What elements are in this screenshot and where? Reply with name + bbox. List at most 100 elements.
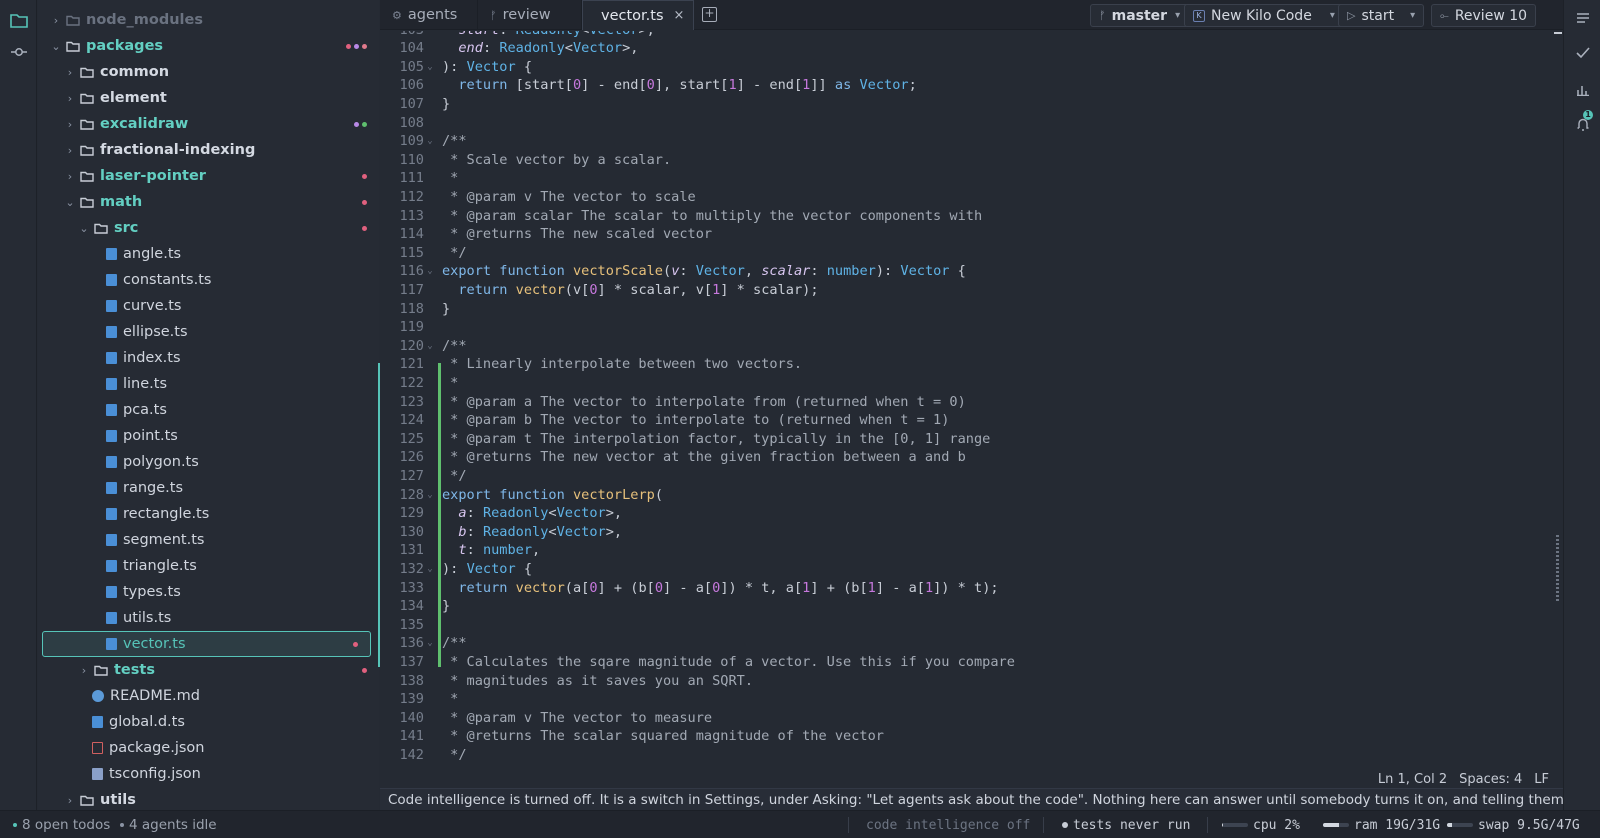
folder-item[interactable]: › utils [38,787,379,810]
file-item[interactable]: vector.ts [42,631,371,657]
file-item[interactable]: types.ts [38,579,379,605]
file-item[interactable]: angle.ts [38,241,379,267]
file-item[interactable]: utils.ts [38,605,379,631]
chevron-right-icon[interactable]: › [64,170,76,183]
code-line[interactable]: 111 * [380,169,458,188]
folder-item[interactable]: › element [38,85,379,111]
code-line[interactable]: 110 * Scale vector by a scalar. [380,150,671,169]
file-item[interactable]: segment.ts [38,527,379,553]
chevron-right-icon[interactable]: › [64,92,76,105]
file-item[interactable]: constants.ts [38,267,379,293]
file-item[interactable]: rectangle.ts [38,501,379,527]
fold-chevron-icon[interactable]: ⌄ [424,564,436,574]
code-intel-status[interactable]: code intelligence off [866,811,1030,838]
bell-icon[interactable]: 1 [1574,110,1593,133]
chevron-right-icon[interactable]: › [64,66,76,79]
code-editor[interactable]: 103 start: Readonly<Vector>,104 end: Rea… [380,31,1563,770]
code-line[interactable]: 130 b: Readonly<Vector>, [380,522,622,541]
code-line[interactable]: 142 */ [380,745,466,764]
code-line[interactable]: 129 a: Readonly<Vector>, [380,504,622,523]
code-line[interactable]: 124 * @param b The vector to interpolate… [380,411,949,430]
tab-agents[interactable]: ⚙ agents [380,0,478,30]
code-line[interactable]: 122 * [380,373,458,392]
fold-chevron-icon[interactable]: ⌄ [424,266,436,276]
folder-item[interactable]: ⌄ src [38,215,379,241]
code-line[interactable]: 126 * @returns The new vector at the giv… [380,448,965,467]
fold-chevron-icon[interactable]: ⌄ [424,62,436,72]
folder-item[interactable]: ⌄ math [38,189,379,215]
chevron-right-icon[interactable]: › [50,14,62,27]
code-line[interactable]: 127 */ [380,466,466,485]
code-line[interactable]: 109 ⌄ /** [380,132,466,151]
code-line[interactable]: 107} [380,94,450,113]
folder-item[interactable]: › tests [38,657,379,683]
code-line[interactable]: 141 * @returns The scalar squared magnit… [380,727,884,746]
folder-item[interactable]: › laser-pointer [38,163,379,189]
review-button[interactable]: ⟜ Review 10 [1431,4,1537,27]
file-item[interactable]: range.ts [38,475,379,501]
check-icon[interactable] [1574,44,1592,62]
agents-status[interactable]: 4 agents idle [120,811,217,838]
code-line[interactable]: 125 * @param t The interpolation factor,… [380,429,990,448]
close-icon[interactable]: × [674,8,685,23]
file-item[interactable]: README.md [38,683,379,709]
tab-vector-ts[interactable]: vector.ts × [582,0,694,30]
file-item[interactable]: point.ts [38,423,379,449]
cursor-position[interactable]: Ln 1, Col 2 [1378,772,1447,787]
code-line[interactable]: 135 [380,615,442,634]
folder-item[interactable]: › common [38,59,379,85]
file-item[interactable]: tsconfig.json [38,761,379,787]
code-line[interactable]: 137 * Calculates the sqare magnitude of … [380,652,1014,671]
file-item[interactable]: line.ts [38,371,379,397]
chevron-down-icon[interactable]: ⌄ [78,222,90,235]
branch-button[interactable]: ᚠ master ▾ [1090,4,1190,27]
todos-status[interactable]: 8 open todos [13,811,110,838]
file-item[interactable]: global.d.ts [38,709,379,735]
code-line[interactable]: 108 [380,113,442,132]
start-button[interactable]: ▷ start ▾ [1338,4,1425,27]
chevron-down-icon[interactable]: ⌄ [64,196,76,209]
code-line[interactable]: 120 ⌄ /** [380,336,466,355]
chevron-right-icon[interactable]: › [64,118,76,131]
code-line[interactable]: 112 * @param v The vector to scale [380,187,695,206]
indentation[interactable]: Spaces: 4 [1459,772,1522,787]
code-line[interactable]: 119 [380,318,442,337]
chevron-right-icon[interactable]: › [64,144,76,157]
tab-review[interactable]: ᚠ review [478,0,582,30]
file-item[interactable]: ellipse.ts [38,319,379,345]
tests-status[interactable]: tests never run [1062,811,1190,838]
code-line[interactable]: 115 */ [380,243,466,262]
chevron-down-icon[interactable]: ⌄ [50,40,62,53]
code-line[interactable]: 114 * @returns The new scaled vector [380,225,712,244]
file-item[interactable]: index.ts [38,345,379,371]
code-line[interactable]: 132 ⌄): Vector { [380,559,532,578]
fold-chevron-icon[interactable]: ⌄ [424,341,436,351]
code-line[interactable]: 139 * [380,690,458,709]
file-item[interactable]: triangle.ts [38,553,379,579]
bar-chart-icon[interactable] [1574,80,1592,98]
file-item[interactable]: pca.ts [38,397,379,423]
code-line[interactable]: 128 ⌄ export function vectorLerp( [380,485,663,504]
chevron-right-icon[interactable]: › [64,794,76,807]
folder-item[interactable]: › node_modules [38,7,379,33]
file-item[interactable]: package.json [38,735,379,761]
editor-scrollbar[interactable] [1556,535,1559,601]
chevron-right-icon[interactable]: › [78,664,90,677]
code-line[interactable]: 133 return vector(a[0] + (b[0] - a[0]) *… [380,578,998,597]
code-line[interactable]: 106 return [start[0] - end[0], start[1] … [380,76,916,95]
file-item[interactable]: polygon.ts [38,449,379,475]
new-tab-button[interactable]: + [702,7,717,22]
fold-chevron-icon[interactable]: ⌄ [424,490,436,500]
code-line[interactable]: 113 * @param scalar The scalar to multip… [380,206,982,225]
explorer-icon[interactable] [8,9,30,31]
folder-item[interactable]: › excalidraw [38,111,379,137]
code-line[interactable]: 117 return vector(v[0] * scalar, v[1] * … [380,280,818,299]
code-line[interactable]: 104 end: Readonly<Vector>, [380,39,638,58]
folder-item[interactable]: › fractional-indexing [38,137,379,163]
fold-chevron-icon[interactable]: ⌄ [424,638,436,648]
code-line[interactable]: 118} [380,299,450,318]
code-line[interactable]: 116 ⌄ export function vectorScale(v: Vecto… [380,262,965,281]
code-line[interactable]: 136 ⌄/** [380,634,466,653]
file-item[interactable]: curve.ts [38,293,379,319]
code-line[interactable]: 131 t: number, [380,541,540,560]
